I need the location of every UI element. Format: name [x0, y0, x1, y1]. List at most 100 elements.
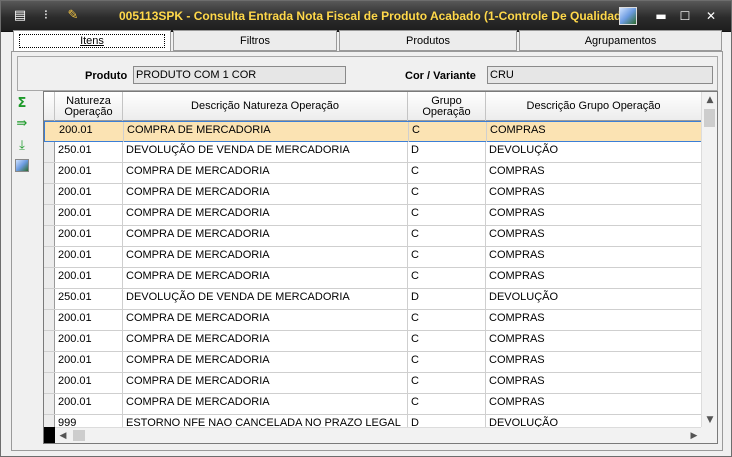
table-row[interactable]: 200.01 COMPRA DE MERCADORIA C COMPRAS	[44, 352, 702, 373]
tab-filtros[interactable]: Filtros	[173, 30, 337, 51]
table-row[interactable]: 200.01 COMPRA DE MERCADORIA C COMPRAS	[44, 331, 702, 352]
cell-grupo[interactable]: C	[408, 247, 486, 267]
cell-natureza[interactable]: 200.01	[55, 205, 123, 225]
cell-natureza[interactable]: 200.01	[55, 310, 123, 330]
cell-descricao-natureza[interactable]: COMPRA DE MERCADORIA	[123, 247, 408, 267]
cell-grupo[interactable]: C	[408, 163, 486, 183]
maximize-button[interactable]: ☐	[676, 8, 694, 24]
table-row[interactable]: 250.01 DEVOLUÇÃO DE VENDA DE MERCADORIA D D…	[44, 289, 702, 310]
cell-descricao-grupo[interactable]: COMPRAS	[486, 247, 702, 267]
cell-grupo[interactable]: C	[408, 331, 486, 351]
scroll-right-icon[interactable]: ▶	[686, 428, 702, 443]
cell-natureza[interactable]: 250.01	[55, 289, 123, 309]
table-row[interactable]: 200.01 COMPRA DE MERCADORIA C COMPRAS	[44, 226, 702, 247]
cell-descricao-natureza[interactable]: COMPRA DE MERCADORIA	[123, 268, 408, 288]
header-descricao-natureza[interactable]: Descrição Natureza Operação	[123, 92, 408, 121]
cell-descricao-natureza[interactable]: COMPRA DE MERCADORIA	[123, 163, 408, 183]
cor-variante-field[interactable]: CRU	[487, 66, 713, 84]
cell-descricao-natureza[interactable]: COMPRA DE MERCADORIA	[123, 331, 408, 351]
cell-descricao-natureza[interactable]: DEVOLUÇÃO DE VENDA DE MERCADORIA	[123, 289, 408, 309]
tab-agrupamentos[interactable]: Agrupamentos	[519, 30, 722, 51]
table-row[interactable]: 200.01 COMPRA DE MERCADORIA C COMPRAS	[44, 205, 702, 226]
cell-natureza[interactable]: 200.01	[55, 394, 123, 414]
cell-grupo[interactable]: C	[408, 310, 486, 330]
cell-descricao-grupo[interactable]: COMPRAS	[486, 331, 702, 351]
table-row[interactable]: 200.01 COMPRA DE MERCADORIA C COMPRAS	[44, 310, 702, 331]
table-row[interactable]: 200.01 COMPRA DE MERCADORIA C COMPRAS	[44, 121, 703, 142]
grid-header: Natureza Operação Descrição Natureza Ope…	[44, 92, 702, 121]
cell-grupo[interactable]: C	[408, 184, 486, 204]
cell-descricao-natureza[interactable]: DEVOLUÇÃO DE VENDA DE MERCADORIA	[123, 142, 408, 162]
horizontal-scroll-thumb[interactable]	[73, 430, 85, 441]
image-icon[interactable]	[13, 159, 31, 175]
table-row[interactable]: 200.01 COMPRA DE MERCADORIA C COMPRAS	[44, 184, 702, 205]
cell-descricao-grupo[interactable]: COMPRAS	[486, 268, 702, 288]
cell-descricao-grupo[interactable]: COMPRAS	[486, 163, 702, 183]
cell-descricao-natureza[interactable]: COMPRA DE MERCADORIA	[124, 122, 409, 142]
minimize-button[interactable]: ▬	[652, 8, 670, 24]
cell-descricao-grupo[interactable]: COMPRAS	[486, 310, 702, 330]
cell-grupo[interactable]: C	[408, 226, 486, 246]
tab-produtos[interactable]: Produtos	[339, 30, 517, 51]
cell-descricao-natureza[interactable]: COMPRA DE MERCADORIA	[123, 352, 408, 372]
tab-itens[interactable]: Itens	[13, 30, 171, 52]
scroll-down-icon[interactable]: ▼	[702, 412, 717, 428]
table-row[interactable]: 200.01 COMPRA DE MERCADORIA C COMPRAS	[44, 373, 702, 394]
sum-icon[interactable]: Σ	[13, 96, 31, 112]
cell-grupo[interactable]: C	[408, 394, 486, 414]
cell-natureza[interactable]: 200.01	[55, 373, 123, 393]
cell-descricao-grupo[interactable]: COMPRAS	[486, 352, 702, 372]
scroll-up-icon[interactable]: ▲	[702, 92, 717, 108]
table-row[interactable]: 250.01 DEVOLUÇÃO DE VENDA DE MERCADORIA D D…	[44, 142, 702, 163]
cell-descricao-grupo[interactable]: COMPRAS	[486, 226, 702, 246]
cell-descricao-natureza[interactable]: COMPRA DE MERCADORIA	[123, 310, 408, 330]
cell-grupo[interactable]: D	[408, 289, 486, 309]
cell-natureza[interactable]: 200.01	[55, 247, 123, 267]
scroll-left-icon[interactable]: ◀	[55, 428, 71, 443]
image-icon[interactable]	[619, 7, 637, 25]
cell-descricao-natureza[interactable]: COMPRA DE MERCADORIA	[123, 373, 408, 393]
cell-descricao-grupo[interactable]: COMPRAS	[486, 394, 702, 414]
cell-descricao-grupo[interactable]: DEVOLUÇÃO	[486, 142, 702, 162]
cell-grupo[interactable]: C	[408, 268, 486, 288]
vertical-scroll-thumb[interactable]	[704, 109, 715, 127]
cell-descricao-grupo[interactable]: COMPRAS	[487, 122, 703, 142]
header-natureza-operacao[interactable]: Natureza Operação	[55, 92, 123, 121]
cell-descricao-grupo[interactable]: DEVOLUÇÃO	[486, 289, 702, 309]
header-grupo-operacao[interactable]: Grupo Operação	[408, 92, 486, 121]
cell-natureza[interactable]: 250.01	[55, 142, 123, 162]
cell-descricao-grupo[interactable]: COMPRAS	[486, 373, 702, 393]
cell-grupo[interactable]: C	[408, 205, 486, 225]
cell-descricao-grupo[interactable]: COMPRAS	[486, 184, 702, 204]
cell-descricao-natureza[interactable]: COMPRA DE MERCADORIA	[123, 394, 408, 414]
wrench-icon[interactable]: ✎	[64, 7, 82, 25]
download-icon[interactable]: ⤓	[13, 138, 31, 154]
cell-grupo[interactable]: C	[408, 352, 486, 372]
cell-grupo[interactable]: C	[409, 122, 487, 142]
cell-descricao-grupo[interactable]: COMPRAS	[486, 205, 702, 225]
cell-descricao-natureza[interactable]: COMPRA DE MERCADORIA	[123, 226, 408, 246]
close-button[interactable]: ✕	[702, 8, 720, 24]
produto-field[interactable]: PRODUTO COM 1 COR	[133, 66, 346, 84]
cell-natureza[interactable]: 200.01	[56, 122, 124, 142]
table-row[interactable]: 200.01 COMPRA DE MERCADORIA C COMPRAS	[44, 247, 702, 268]
vertical-scrollbar[interactable]: ▲ ▼	[701, 92, 717, 428]
traffic-light-icon[interactable]: ⁝	[37, 7, 55, 25]
list-export-icon[interactable]: ▤	[11, 7, 29, 25]
header-descricao-grupo[interactable]: Descrição Grupo Operação	[486, 92, 702, 121]
cell-grupo[interactable]: C	[408, 373, 486, 393]
horizontal-scrollbar[interactable]: ◀ ▶	[55, 427, 702, 443]
table-row[interactable]: 200.01 COMPRA DE MERCADORIA C COMPRAS	[44, 394, 702, 415]
export-icon[interactable]: ⇛	[13, 116, 31, 132]
cell-descricao-natureza[interactable]: COMPRA DE MERCADORIA	[123, 184, 408, 204]
table-row[interactable]: 200.01 COMPRA DE MERCADORIA C COMPRAS	[44, 163, 702, 184]
cell-natureza[interactable]: 200.01	[55, 184, 123, 204]
cell-natureza[interactable]: 200.01	[55, 226, 123, 246]
cell-natureza[interactable]: 200.01	[55, 352, 123, 372]
cell-grupo[interactable]: D	[408, 142, 486, 162]
cell-natureza[interactable]: 200.01	[55, 268, 123, 288]
cell-natureza[interactable]: 200.01	[55, 163, 123, 183]
cell-descricao-natureza[interactable]: COMPRA DE MERCADORIA	[123, 205, 408, 225]
cell-natureza[interactable]: 200.01	[55, 331, 123, 351]
table-row[interactable]: 200.01 COMPRA DE MERCADORIA C COMPRAS	[44, 268, 702, 289]
